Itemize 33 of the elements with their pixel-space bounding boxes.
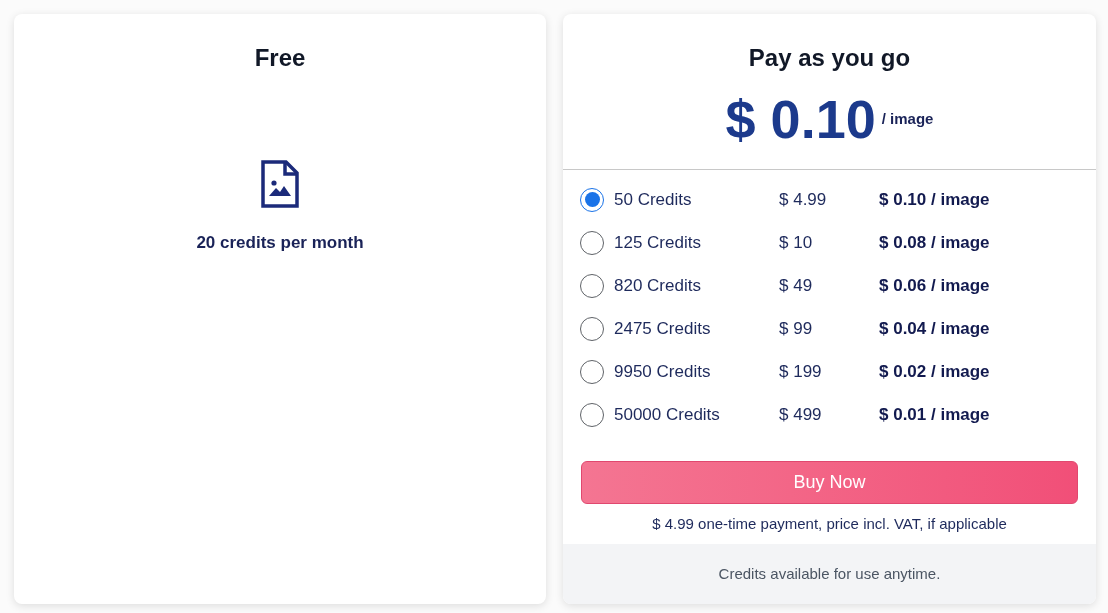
credits-label: 2475 Credits [614, 317, 712, 340]
payment-note: $ 4.99 one-time payment, price incl. VAT, if applicable [652, 514, 1007, 534]
radio-button[interactable] [580, 273, 604, 298]
radio-button[interactable] [580, 230, 604, 255]
credits-label: 50000 Credits [614, 403, 721, 426]
package-price: $ 99 [779, 317, 814, 340]
price-per-image: $ 0.01 / image [879, 403, 990, 426]
buy-now-button[interactable]: Buy Now [581, 461, 1078, 504]
package-price: $ 199 [779, 360, 823, 383]
credits-label: 50 Credits [614, 188, 693, 211]
price-per-image: $ 0.04 / image [879, 317, 990, 340]
credits-label: 9950 Credits [614, 360, 712, 383]
price-unit: / image [881, 108, 934, 129]
package-price: $ 4.99 [779, 188, 828, 211]
plan-price: $ 0.10 [725, 89, 876, 149]
package-price: $ 49 [779, 274, 814, 297]
price-per-image: $ 0.08 / image [879, 231, 990, 254]
package-price: $ 499 [779, 403, 823, 426]
radio-button[interactable] [580, 359, 604, 384]
price-per-image: $ 0.02 / image [879, 360, 990, 383]
radio-button[interactable] [580, 316, 604, 341]
plan-description: 20 credits per month [196, 232, 364, 254]
plan-title: Free [254, 43, 306, 73]
radio-button[interactable] [580, 187, 604, 212]
credits-label: 125 Credits [614, 231, 702, 254]
price-per-image: $ 0.10 / image [879, 188, 990, 211]
radio-button[interactable] [580, 402, 604, 427]
credits-label: 820 Credits [614, 274, 702, 297]
footer-note: Credits available for use anytime. [718, 563, 941, 584]
image-file-icon [261, 160, 299, 208]
plan-title: Pay as you go [748, 43, 911, 73]
package-price: $ 10 [779, 231, 814, 254]
price-per-image: $ 0.06 / image [879, 274, 990, 297]
